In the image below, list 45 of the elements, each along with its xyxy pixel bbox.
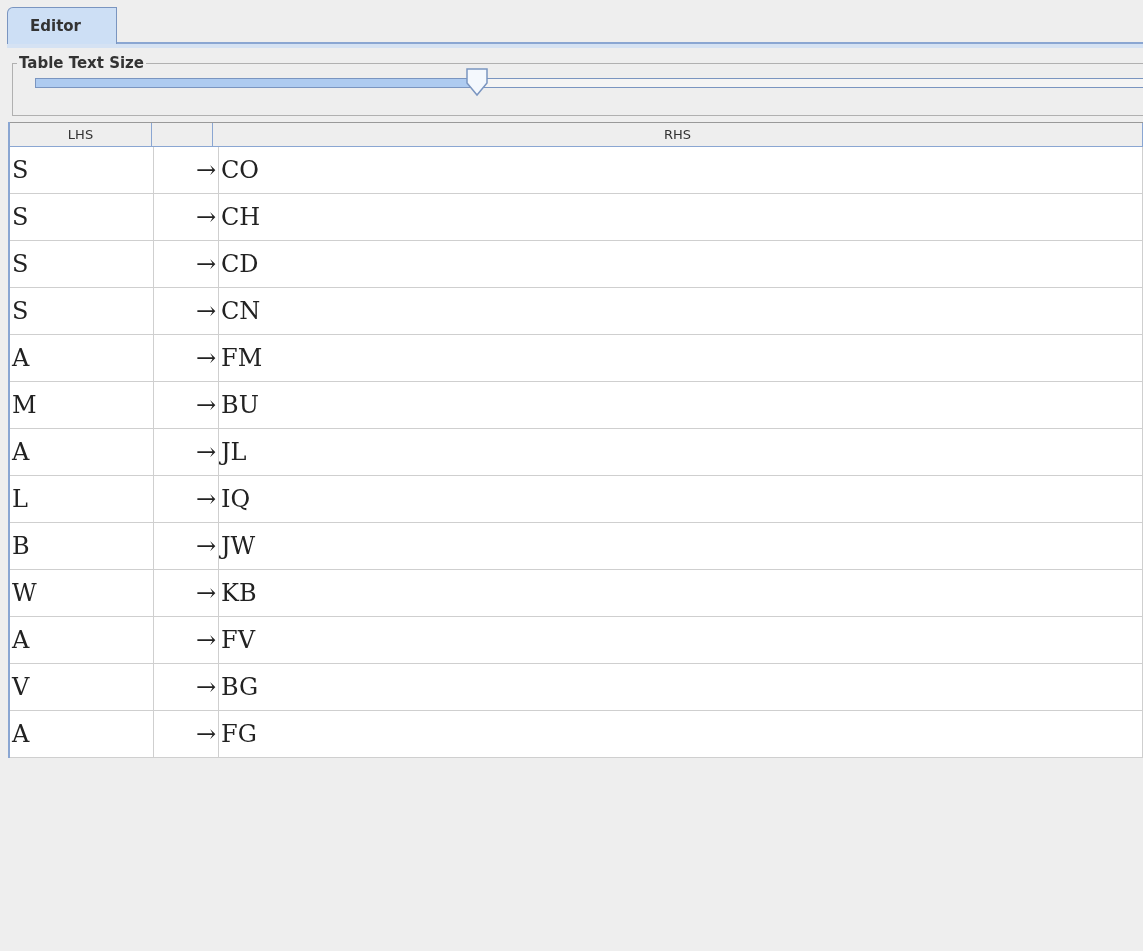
- table-cell: L: [10, 476, 154, 522]
- slider-thumb[interactable]: [465, 68, 489, 98]
- table-cell: →: [154, 617, 219, 663]
- column-header[interactable]: LHS: [10, 123, 152, 146]
- table-cell: →: [154, 288, 219, 334]
- table-cell: S: [10, 241, 154, 287]
- table-cell: →: [154, 711, 219, 757]
- table-cell: S: [10, 194, 154, 240]
- table-cell: A: [10, 617, 154, 663]
- table-cell: JL: [219, 429, 1143, 475]
- table-cell: A: [10, 335, 154, 381]
- table-cell: V: [10, 664, 154, 710]
- table-cell: S: [10, 147, 154, 193]
- table-cell: W: [10, 570, 154, 616]
- table-cell: M: [10, 382, 154, 428]
- table-cell: CN: [219, 288, 1143, 334]
- table-cell: KB: [219, 570, 1143, 616]
- table-cell: →: [154, 335, 219, 381]
- table-cell: →: [154, 570, 219, 616]
- table-cell: B: [10, 523, 154, 569]
- table-cell: JW: [219, 523, 1143, 569]
- table-cell: A: [10, 429, 154, 475]
- editor-tab[interactable]: Editor: [7, 7, 117, 44]
- table-cell: S: [10, 288, 154, 334]
- table-cell: BU: [219, 382, 1143, 428]
- table-cell: FM: [219, 335, 1143, 381]
- table-cell: →: [154, 241, 219, 287]
- group-title: Table Text Size: [18, 54, 146, 72]
- table-cell: CH: [219, 194, 1143, 240]
- table-cell: →: [154, 147, 219, 193]
- table-cell: IQ: [219, 476, 1143, 522]
- table-cell: FV: [219, 617, 1143, 663]
- table-cell: BG: [219, 664, 1143, 710]
- table-cell: →: [154, 429, 219, 475]
- table-cell: →: [154, 382, 219, 428]
- table-cell: A: [10, 711, 154, 757]
- text-size-slider[interactable]: [35, 68, 1143, 98]
- table-cell: →: [154, 664, 219, 710]
- table-cell: →: [154, 194, 219, 240]
- table-cell: CO: [219, 147, 1143, 193]
- table-cell: →: [154, 523, 219, 569]
- table-cell: →: [154, 476, 219, 522]
- column-header[interactable]: RHS: [213, 123, 1143, 146]
- table-cell: FG: [219, 711, 1143, 757]
- table-cell: CD: [219, 241, 1143, 287]
